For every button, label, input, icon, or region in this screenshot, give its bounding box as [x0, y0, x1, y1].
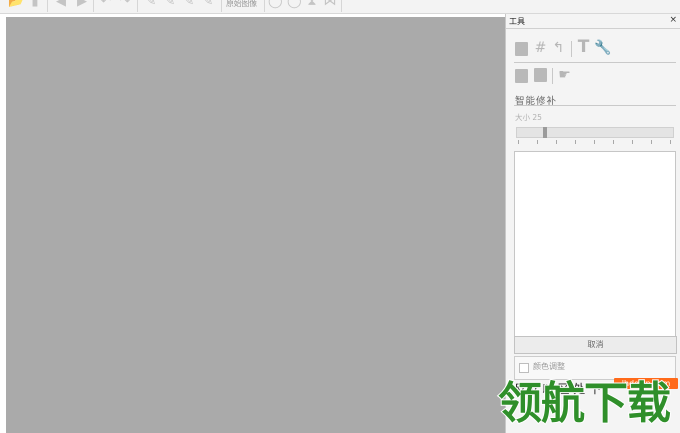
toolbar-divider	[341, 0, 342, 12]
history-list[interactable]	[514, 151, 676, 337]
grid-tool-icon[interactable]: #	[533, 41, 548, 56]
undo-icon[interactable]: ◀	[54, 0, 68, 9]
divider	[506, 28, 680, 29]
redo-icon[interactable]: ▶	[75, 0, 89, 9]
brush4-icon[interactable]: ✎	[201, 0, 215, 9]
toolbar-divider	[264, 0, 265, 12]
rotate-left-icon[interactable]: ↶	[99, 0, 113, 9]
slider-tick	[613, 140, 614, 144]
smart-repair-icon[interactable]: ☛	[557, 68, 572, 83]
slider-tick	[518, 140, 519, 144]
brush3-icon[interactable]: ✎	[182, 0, 196, 9]
cancel-button[interactable]: 取消	[514, 336, 677, 354]
open-icon[interactable]: 📂	[8, 0, 24, 9]
lasso-icon[interactable]: ◯	[268, 0, 283, 9]
image-canvas[interactable]	[6, 17, 505, 433]
slider-tick	[575, 140, 576, 144]
close-icon[interactable]: ×	[669, 15, 677, 25]
save-icon[interactable]: ▮	[28, 0, 42, 9]
lasso2-icon[interactable]: ◯	[287, 0, 302, 9]
crop-tool-icon[interactable]	[515, 42, 528, 56]
divider	[552, 68, 553, 84]
color-adjust-checkbox[interactable]	[519, 363, 529, 373]
divider	[514, 62, 676, 63]
size-slider[interactable]	[516, 127, 674, 138]
original-image-button[interactable]: 原始图像	[226, 0, 257, 9]
brush-icon[interactable]: ✎	[144, 0, 158, 9]
slider-tick	[651, 140, 652, 144]
divider	[514, 105, 676, 106]
slider-thumb[interactable]	[543, 127, 547, 138]
main-toolbar: 📂 ▮ ◀ ▶ ↶ ↷ ✎ ✎ ✎ ✎ 原始图像 ◯ ◯ ⧗ ⋈	[0, 0, 680, 14]
toolbar-divider	[221, 0, 222, 12]
rotate-right-icon[interactable]: ↷	[118, 0, 132, 9]
wrench-tool-icon[interactable]: 🔧	[594, 41, 611, 56]
brush2-icon[interactable]: ✎	[163, 0, 177, 9]
slider-tick	[594, 140, 595, 144]
toolbar-divider	[93, 0, 94, 12]
select-icon[interactable]: ⧗	[305, 0, 319, 9]
slider-tick	[632, 140, 633, 144]
slider-tick	[556, 140, 557, 144]
text-tool-icon[interactable]: T	[576, 39, 591, 56]
divider	[571, 41, 572, 57]
healing-tool-icon[interactable]	[534, 68, 547, 82]
undo-tool-icon[interactable]: ↰	[551, 41, 566, 56]
toolbar-divider	[137, 0, 138, 12]
clone-stamp-icon[interactable]	[515, 69, 528, 83]
watermark-text: 领航下载	[497, 377, 672, 430]
slider-tick	[537, 140, 538, 144]
tools-panel: 工具 × # ↰ T 🔧 ☛ 智能修补 大小 25 取消 颜色调整 反 ∇ 以 …	[505, 14, 680, 433]
panel-title: 工具	[509, 17, 525, 26]
brush-size-label: 大小 25	[515, 113, 542, 122]
toolbar-divider	[47, 0, 48, 12]
magic-wand-icon[interactable]: ⋈	[323, 0, 337, 9]
color-adjust-label: 颜色调整	[533, 362, 565, 371]
slider-tick	[670, 140, 671, 144]
